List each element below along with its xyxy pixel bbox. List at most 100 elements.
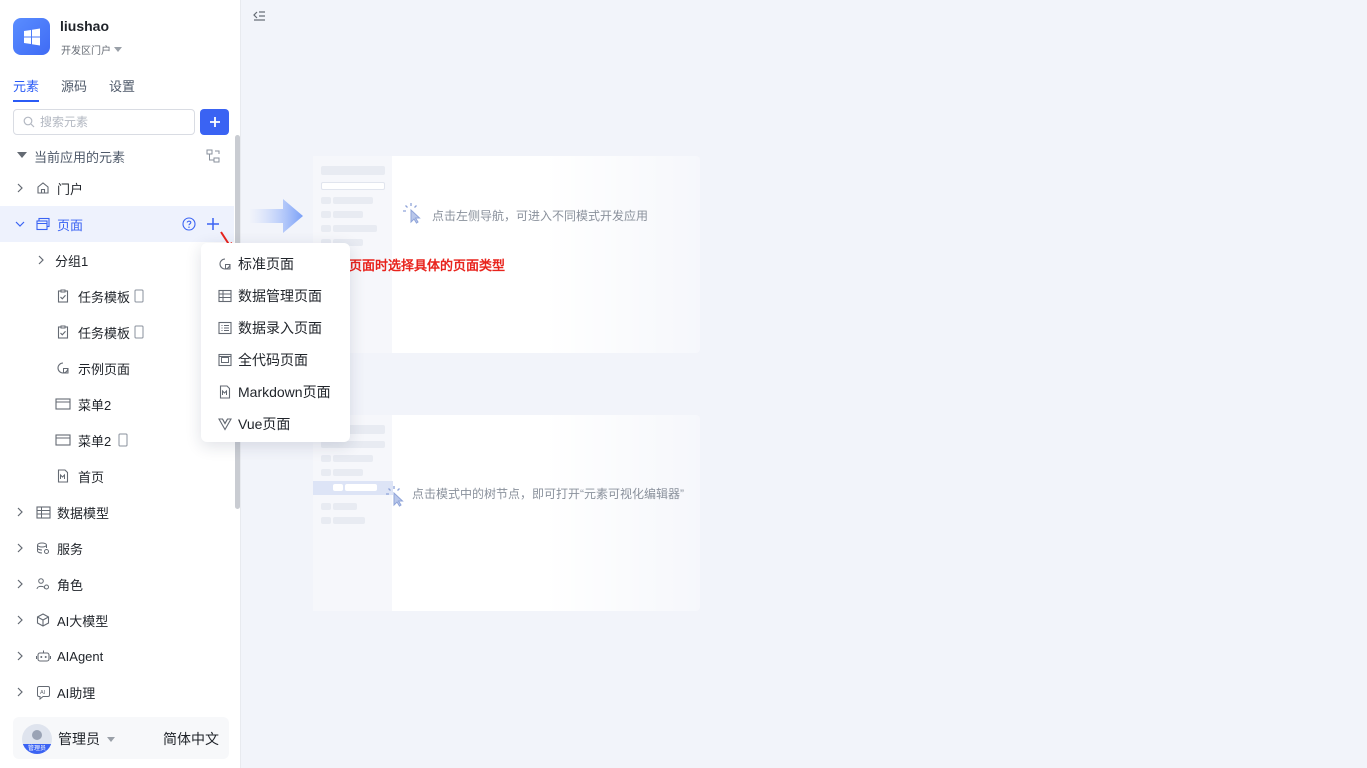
tree-item-label: 门户 [57,181,84,197]
tree-item-portal[interactable]: 门户 [0,170,234,206]
tree-item-ai-agent[interactable]: AIAgent [0,638,234,674]
standard-page-icon [55,360,71,376]
tab-settings[interactable]: 设置 [109,76,135,102]
tree-item-label: 任务模板 [78,325,131,341]
cube-icon [35,612,51,628]
card-skeleton-sidebar [313,415,393,611]
user-name-dropdown[interactable]: 管理员 [58,729,100,749]
app-logo-icon [13,18,50,55]
mobile-icon [131,324,147,340]
tree-item-service[interactable]: 服务 [0,530,234,566]
tree-item-task-template[interactable]: 任务模板 [0,314,234,350]
chevron-right-icon [14,182,26,194]
code-icon [218,353,232,367]
database-icon [35,540,51,556]
standard-page-icon [218,257,232,271]
tree-item-label: 菜单2 [78,397,112,413]
menu-item-full-code-page[interactable]: 全代码页面 [201,344,350,376]
collapse-sidebar-icon[interactable] [252,9,266,23]
table-icon [218,289,232,303]
markdown-page-icon [55,468,71,484]
tree-item-menu2[interactable]: 菜单2 [0,386,234,422]
tree-item-ai-model[interactable]: AI大模型 [0,602,234,638]
menu-page-icon [55,432,71,448]
tree-item-label: 首页 [78,469,105,485]
vue-icon [218,417,232,431]
tree-item-group1[interactable]: 分组1 [0,242,234,278]
pointer-arrow-icon [249,197,305,238]
mobile-icon [131,288,147,304]
robot-icon [35,648,51,664]
tree-item-task-template[interactable]: 任务模板 [0,278,234,314]
avatar[interactable]: 管理员 [22,724,52,754]
users-icon [35,576,51,592]
task-icon [55,324,71,340]
menu-item-vue-page[interactable]: Vue页面 [201,408,350,440]
chevron-right-icon [14,650,26,662]
tree-item-label: AI助理 [57,685,96,701]
tree-item-label: 服务 [57,541,84,557]
chevron-right-icon [14,578,26,590]
app-name: liushao [60,18,110,34]
home-icon [35,180,51,196]
tree-item-home[interactable]: 首页 [0,458,234,494]
menu-item-label: 标准页面 [238,256,294,272]
app-header[interactable]: liushao 开发区门户 [13,18,233,58]
tree-item-label: 示例页面 [78,361,131,377]
chevron-down-icon [14,218,26,230]
tree-item-label: 菜单2 [78,433,112,449]
tree-item-label: 数据模型 [57,505,110,521]
avatar-role-tag: 管理员 [22,744,52,754]
app-subtitle: 开发区门户 [61,46,111,57]
svg-text:AI: AI [40,690,46,696]
tree-item-ai-assistant[interactable]: AI AI助理 [0,674,234,710]
language-switch[interactable]: 简体中文 [163,729,219,749]
new-page-type-menu: 标准页面 数据管理页面 数据录入页面 全代码页面 Markdown页面 Vue页… [201,243,350,442]
menu-item-label: 全代码页面 [238,352,308,368]
tree-hint-text: 点击模式中的树节点，即可打开“元素可视化编辑器” [412,487,684,501]
menu-item-data-management-page[interactable]: 数据管理页面 [201,280,350,312]
markdown-icon [218,385,232,399]
menu-item-label: Vue页面 [238,416,291,432]
tree-item-data-model[interactable]: 数据模型 [0,494,234,530]
tree-item-label: AIAgent [57,648,104,664]
tab-elements[interactable]: 元素 [13,76,40,102]
menu-item-markdown-page[interactable]: Markdown页面 [201,376,350,408]
app-subtitle-dropdown[interactable]: 开发区门户 [61,42,122,57]
guide-card-tree: 点击模式中的树节点，即可打开“元素可视化编辑器” [313,415,700,611]
help-icon[interactable] [181,216,197,232]
annotation-text: 创建页面时选择具体的页面类型 [323,258,506,273]
menu-item-label: 数据录入页面 [238,320,322,336]
chevron-right-icon [35,254,47,266]
tree-item-label: 分组1 [55,253,89,269]
chevron-right-icon [14,542,26,554]
plus-icon [209,117,220,127]
tab-source[interactable]: 源码 [61,76,87,102]
tree-item-example-page[interactable]: 示例页面 [0,350,234,386]
tree-section-current-app[interactable]: 当前应用的元素 [0,138,234,174]
tree-item-label: 任务模板 [78,289,131,305]
chevron-right-icon [14,506,26,518]
menu-item-standard-page[interactable]: 标准页面 [201,248,350,280]
search-icon [23,116,35,128]
sidebar-tabs: 元素 源码 设置 [13,76,135,102]
menu-item-data-entry-page[interactable]: 数据录入页面 [201,312,350,344]
tree-item-label: AI大模型 [57,613,109,629]
form-list-icon [218,321,232,335]
triangle-down-icon [16,150,28,162]
user-footer: 管理员 管理员 简体中文 [13,717,229,759]
chevron-right-icon [14,686,26,698]
add-element-button[interactable] [200,109,229,135]
chevron-right-icon [14,614,26,626]
caret-down-icon [114,47,122,52]
caret-down-icon[interactable] [107,737,115,742]
locate-tree-icon[interactable] [205,148,221,164]
tree-item-menu2[interactable]: 菜单2 [0,422,234,458]
search-input[interactable] [40,115,180,129]
search-box[interactable] [13,109,195,135]
menu-item-label: Markdown页面 [238,384,331,400]
tree-item-pages[interactable]: 页面 [0,206,234,242]
nav-hint-text: 点击左侧导航，可进入不同模式开发应用 [432,209,649,223]
tree-item-label: 页面 [57,217,84,233]
tree-item-role[interactable]: 角色 [0,566,234,602]
